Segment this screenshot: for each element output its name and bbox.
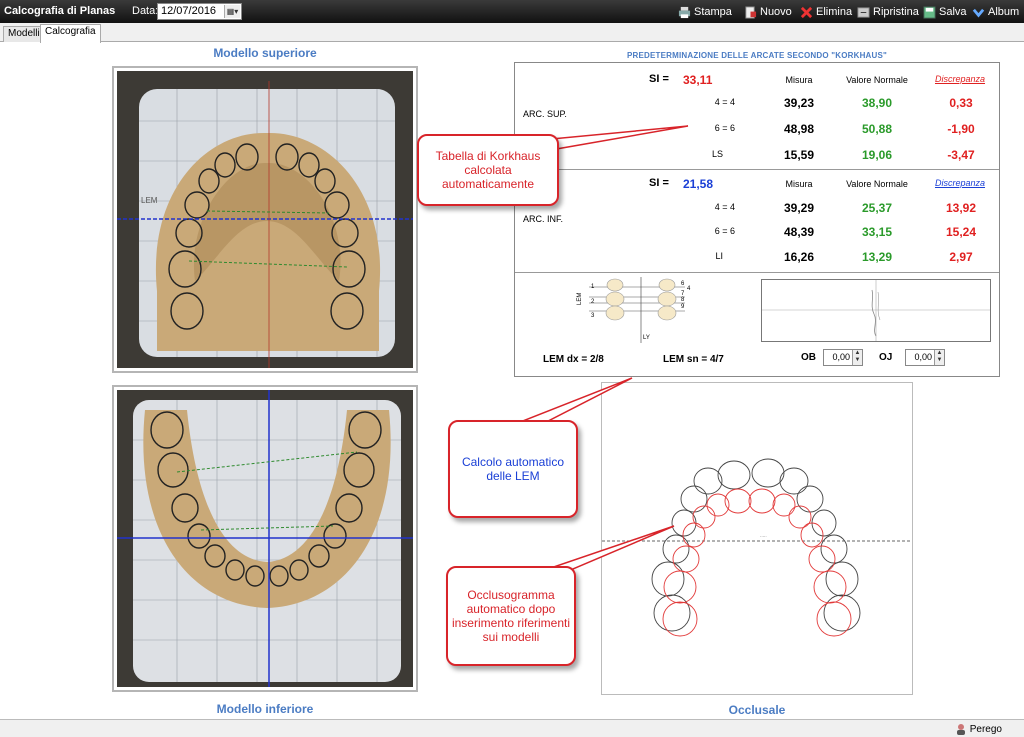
user-icon: [956, 724, 965, 735]
user-indicator[interactable]: Perego: [955, 723, 1002, 735]
lem-callout: Calcolo automatico delle LEM: [448, 420, 578, 518]
user-name: Perego: [969, 723, 1002, 735]
status-bar: Perego: [0, 719, 1024, 737]
occlusogram-callout: Occlusogramma automatico dopo inseriment…: [446, 566, 576, 666]
korkhaus-callout: Tabella di Korkhaus calcolata automatica…: [417, 134, 559, 206]
